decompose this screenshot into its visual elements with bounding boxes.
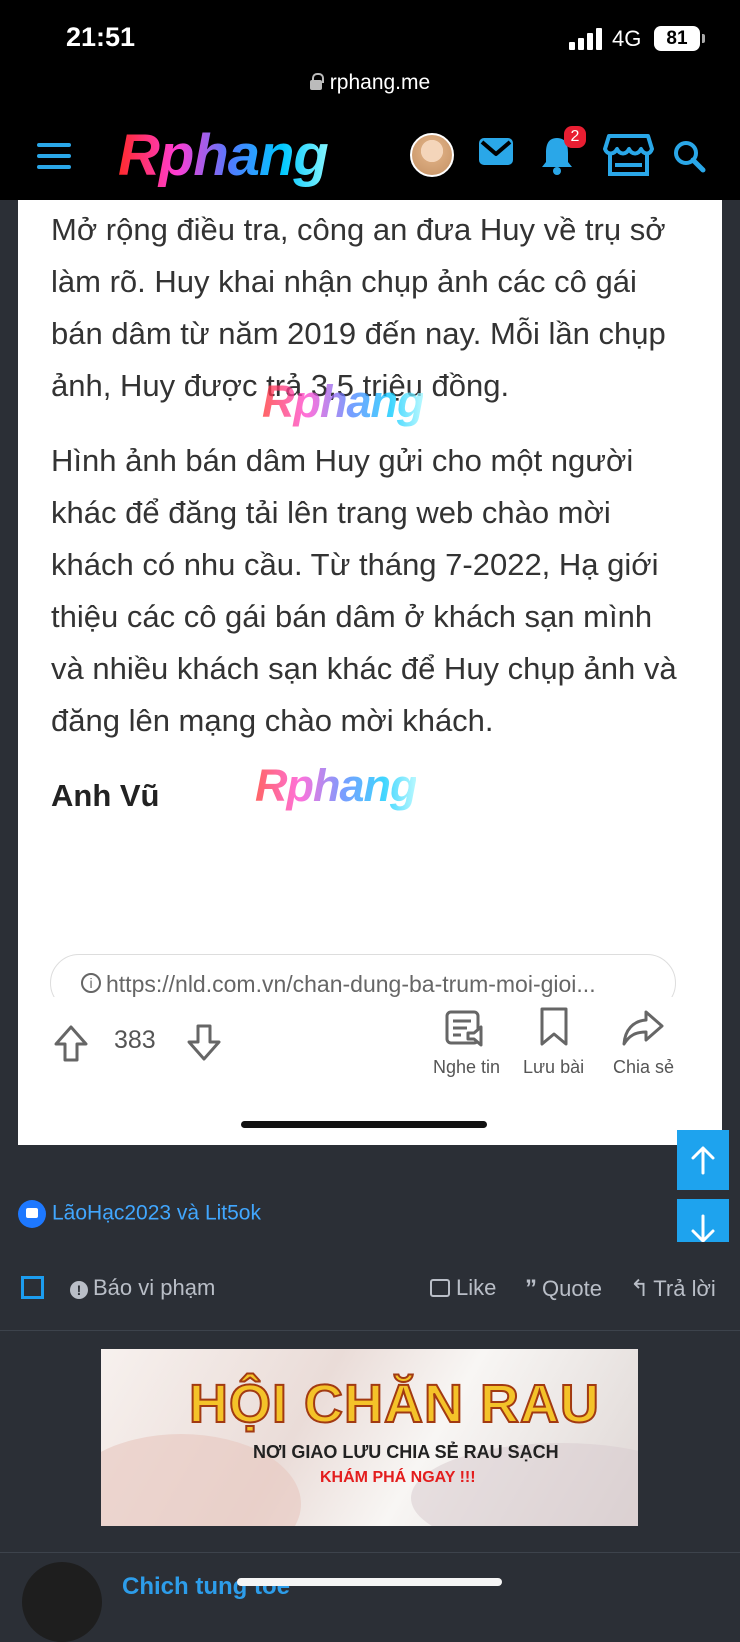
share-label[interactable]: Chia sẻ bbox=[613, 1057, 674, 1078]
reply-icon: ↰ bbox=[630, 1275, 650, 1301]
watermark-top: Rphang bbox=[262, 376, 424, 427]
source-url: https://nld.com.vn/chan-dung-ba-trum-moi… bbox=[106, 971, 596, 997]
status-bar: 21:51 4G 81 bbox=[0, 0, 740, 70]
battery-icon: 81 bbox=[654, 26, 705, 51]
next-post-avatar[interactable] bbox=[22, 1562, 102, 1642]
downvote-icon[interactable] bbox=[185, 1024, 223, 1062]
embedded-home-indicator bbox=[241, 1121, 487, 1128]
ad-call-to-action[interactable]: KHÁM PHÁ NGAY !!! bbox=[320, 1469, 476, 1487]
ad-divider bbox=[0, 1552, 740, 1553]
save-label[interactable]: Lưu bài bbox=[523, 1057, 584, 1078]
ad-subtitle: NƠI GIAO LƯU CHIA SẺ RAU SẠCH bbox=[253, 1442, 559, 1462]
share-icon[interactable] bbox=[621, 1009, 665, 1047]
url-text: rphang.me bbox=[329, 71, 431, 94]
menu-icon[interactable] bbox=[37, 143, 71, 169]
article-paragraph-2: Hình ảnh bán dâm Huy gửi cho một người k… bbox=[51, 443, 677, 738]
listen-label[interactable]: Nghe tin bbox=[433, 1057, 500, 1078]
quote-action[interactable]: ” Quote bbox=[525, 1275, 602, 1303]
article-embed: Mở rộng điều tra, công an đưa Huy về trụ… bbox=[18, 200, 722, 1145]
user-avatar[interactable] bbox=[410, 133, 454, 177]
quote-label: Quote bbox=[542, 1276, 602, 1301]
select-post-checkbox[interactable] bbox=[21, 1276, 44, 1299]
like-reaction-icon bbox=[18, 1200, 46, 1228]
cellular-signal-icon bbox=[569, 28, 603, 50]
alert-icon: ! bbox=[70, 1281, 88, 1299]
report-action[interactable]: ! Báo vi phạm bbox=[70, 1275, 215, 1301]
like-action[interactable]: Like bbox=[430, 1275, 496, 1301]
reply-action[interactable]: ↰ Trả lời bbox=[630, 1275, 716, 1302]
article-action-bar: 383 Nghe tin Lưu bài Chia sẻ bbox=[18, 997, 722, 1145]
thumbs-up-icon bbox=[430, 1279, 450, 1297]
site-header: Rphang 2 bbox=[0, 105, 740, 200]
quote-icon: ” bbox=[525, 1275, 537, 1302]
ad-title: HỘI CHĂN RAU bbox=[188, 1373, 600, 1435]
upvote-icon[interactable] bbox=[52, 1025, 90, 1063]
status-time: 21:51 bbox=[66, 22, 136, 52]
listen-icon[interactable] bbox=[443, 1009, 485, 1049]
scroll-up-button[interactable] bbox=[677, 1130, 729, 1190]
lock-icon bbox=[309, 73, 324, 90]
like-label: Like bbox=[456, 1275, 497, 1300]
bookmark-icon[interactable] bbox=[537, 1006, 571, 1048]
reaction-users[interactable]: LãoHạc2023 và Lit5ok bbox=[52, 1202, 261, 1225]
site-logo[interactable]: Rphang bbox=[118, 122, 329, 189]
browser-url-bar[interactable]: rphang.me bbox=[0, 70, 740, 105]
report-label: Báo vi phạm bbox=[93, 1275, 216, 1300]
notification-badge: 2 bbox=[564, 126, 586, 148]
mail-icon[interactable] bbox=[477, 136, 515, 168]
advertisement-banner[interactable]: HỘI CHĂN RAU NƠI GIAO LƯU CHIA SẺ RAU SẠ… bbox=[101, 1349, 638, 1526]
network-type: 4G bbox=[612, 26, 642, 51]
article-body: Mở rộng điều tra, công an đưa Huy về trụ… bbox=[51, 204, 691, 822]
reply-label: Trả lời bbox=[653, 1276, 716, 1301]
post-actions-divider bbox=[0, 1330, 740, 1331]
search-icon[interactable] bbox=[672, 139, 707, 174]
info-icon: i bbox=[81, 973, 101, 993]
post-actions: ! Báo vi phạm Like ” Quote ↰ Trả lời bbox=[0, 1242, 740, 1330]
arrow-up-icon bbox=[691, 1146, 715, 1175]
vote-count: 383 bbox=[114, 1026, 156, 1054]
home-indicator bbox=[237, 1578, 502, 1586]
store-icon[interactable] bbox=[603, 132, 654, 177]
reaction-summary[interactable]: LãoHạc2023 và Lit5ok bbox=[18, 1200, 261, 1228]
watermark-bottom: Rphang bbox=[255, 760, 417, 811]
